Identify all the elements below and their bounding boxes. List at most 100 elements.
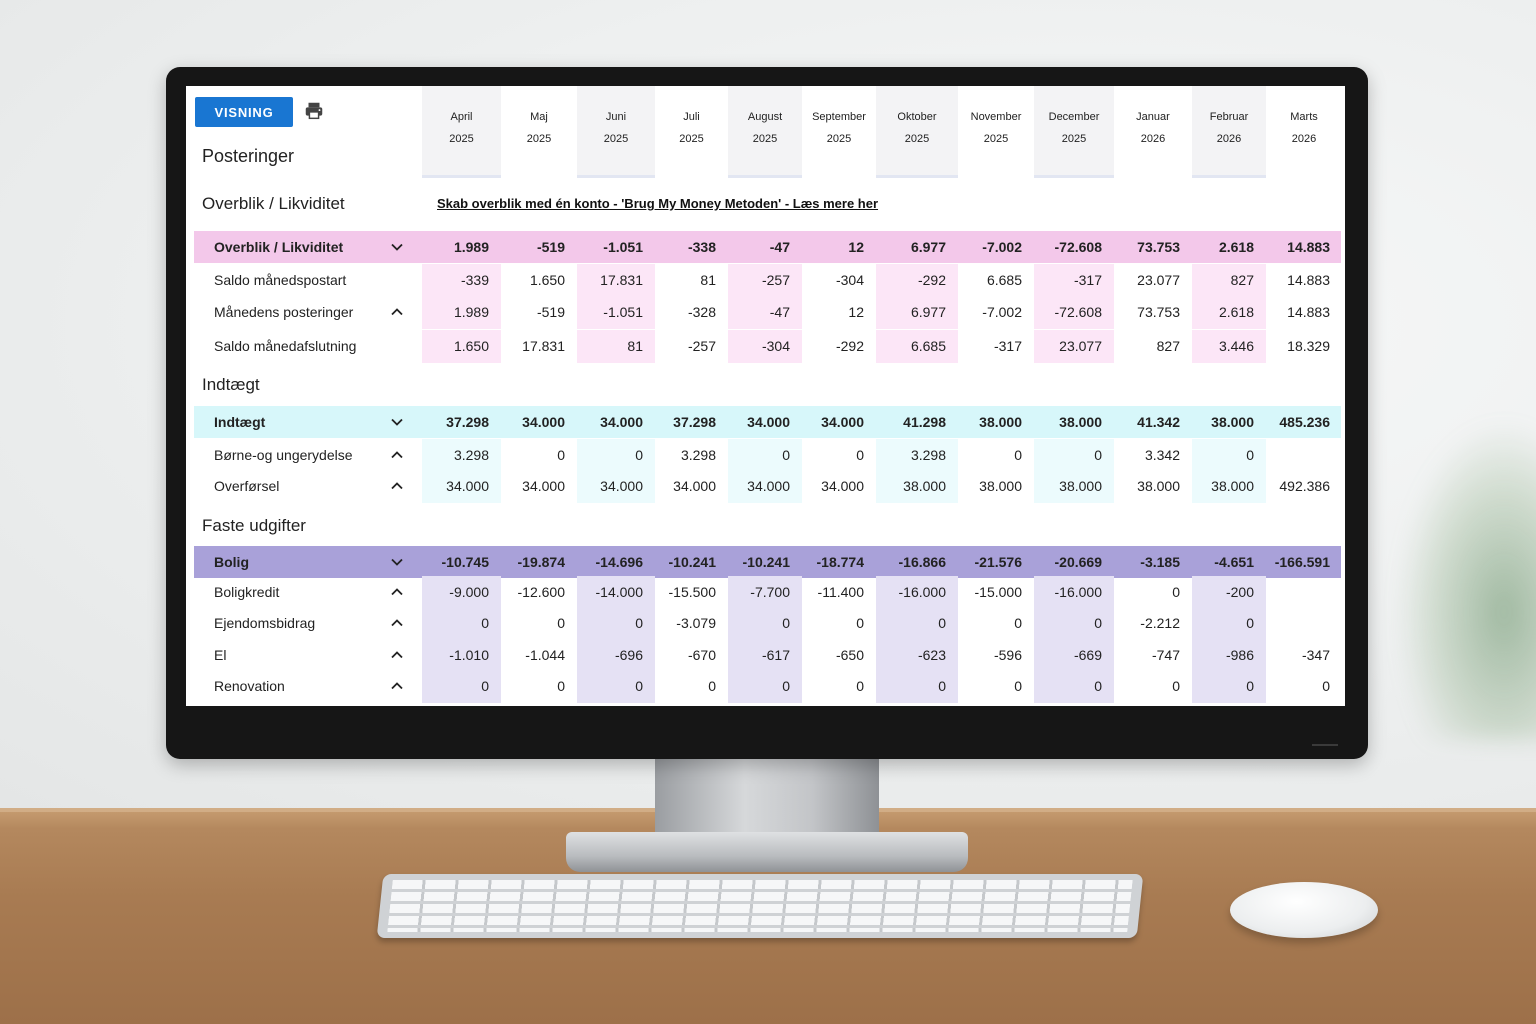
value-cell[interactable]: -347 [1266, 639, 1342, 671]
value-cell[interactable]: -10.241 [728, 546, 802, 578]
value-cell[interactable]: -292 [802, 330, 876, 362]
value-cell[interactable]: -257 [655, 330, 728, 362]
value-cell[interactable]: 0 [728, 439, 802, 471]
value-cell[interactable]: -72.608 [1034, 296, 1114, 328]
value-cell[interactable]: -20.669 [1034, 546, 1114, 578]
value-cell[interactable]: 12 [802, 231, 876, 263]
value-cell[interactable]: -200 [1192, 576, 1266, 608]
value-cell[interactable]: 38.000 [1034, 406, 1114, 438]
value-cell[interactable]: 827 [1192, 264, 1266, 296]
value-cell[interactable]: 827 [1114, 330, 1192, 362]
value-cell[interactable]: -166.591 [1266, 546, 1342, 578]
chevron-down-icon[interactable] [390, 415, 404, 429]
value-cell[interactable]: 0 [501, 607, 577, 639]
value-cell[interactable]: -304 [802, 264, 876, 296]
value-cell[interactable]: 0 [1266, 670, 1342, 702]
value-cell[interactable]: -18.774 [802, 546, 876, 578]
value-cell[interactable]: 0 [1114, 576, 1192, 608]
value-cell[interactable]: 34.000 [501, 470, 577, 502]
value-cell[interactable] [1266, 576, 1342, 608]
value-cell[interactable]: 485.236 [1266, 406, 1342, 438]
chevron-down-icon[interactable] [390, 240, 404, 254]
value-cell[interactable]: 0 [1192, 670, 1266, 702]
value-cell[interactable]: 0 [577, 670, 655, 702]
value-cell[interactable]: -47 [728, 296, 802, 328]
value-cell[interactable]: -10.241 [655, 546, 728, 578]
value-cell[interactable]: -47 [728, 231, 802, 263]
value-cell[interactable]: -16.000 [1034, 576, 1114, 608]
value-cell[interactable] [1266, 607, 1342, 639]
value-cell[interactable]: -328 [655, 296, 728, 328]
value-cell[interactable]: 1.650 [422, 330, 501, 362]
group-header-row-fixed[interactable]: Bolig -10.745 -19.874 -14.696 -10.241 -10.241… [194, 546, 1341, 578]
value-cell[interactable]: 0 [1114, 670, 1192, 702]
value-cell[interactable]: -650 [802, 639, 876, 671]
value-cell[interactable]: 3.342 [1114, 439, 1192, 471]
group-header-row-income[interactable]: Indtægt 37.298 34.000 34.000 37.298 34.000 34.… [194, 406, 1341, 438]
value-cell[interactable]: -1.010 [422, 639, 501, 671]
value-cell[interactable]: 34.000 [728, 470, 802, 502]
value-cell[interactable]: 0 [876, 607, 958, 639]
value-cell[interactable]: -19.874 [501, 546, 577, 578]
printer-icon[interactable] [303, 100, 325, 122]
value-cell[interactable]: -623 [876, 639, 958, 671]
value-cell[interactable]: -317 [958, 330, 1034, 362]
value-cell[interactable]: -7.700 [728, 576, 802, 608]
value-cell[interactable]: 38.000 [876, 470, 958, 502]
value-cell[interactable]: 34.000 [728, 406, 802, 438]
value-cell[interactable]: 0 [876, 670, 958, 702]
value-cell[interactable]: 3.298 [876, 439, 958, 471]
value-cell[interactable]: -15.500 [655, 576, 728, 608]
value-cell[interactable]: 492.386 [1266, 470, 1342, 502]
value-cell[interactable]: -339 [422, 264, 501, 296]
value-cell[interactable]: 3.446 [1192, 330, 1266, 362]
value-cell[interactable]: -257 [728, 264, 802, 296]
value-cell[interactable]: 34.000 [422, 470, 501, 502]
value-cell[interactable]: 0 [1034, 607, 1114, 639]
value-cell[interactable]: -15.000 [958, 576, 1034, 608]
value-cell[interactable]: 1.989 [422, 296, 501, 328]
value-cell[interactable]: -3.079 [655, 607, 728, 639]
value-cell[interactable]: 34.000 [655, 470, 728, 502]
value-cell[interactable]: 0 [1034, 670, 1114, 702]
value-cell[interactable]: 81 [655, 264, 728, 296]
value-cell[interactable]: 3.298 [655, 439, 728, 471]
value-cell[interactable]: 2.618 [1192, 296, 1266, 328]
value-cell[interactable]: -1.051 [577, 231, 655, 263]
value-cell[interactable]: -596 [958, 639, 1034, 671]
value-cell[interactable]: 1.989 [422, 231, 501, 263]
value-cell[interactable]: -617 [728, 639, 802, 671]
value-cell[interactable]: -7.002 [958, 296, 1034, 328]
value-cell[interactable]: 38.000 [1192, 406, 1266, 438]
value-cell[interactable]: 37.298 [655, 406, 728, 438]
group-header-row-overview[interactable]: Overblik / Likviditet 1.989 -519 -1.051 -338… [194, 231, 1341, 263]
value-cell[interactable]: 38.000 [1034, 470, 1114, 502]
chevron-up-icon[interactable] [390, 585, 404, 599]
value-cell[interactable]: 34.000 [802, 406, 876, 438]
value-cell[interactable]: -338 [655, 231, 728, 263]
value-cell[interactable]: -519 [501, 296, 577, 328]
value-cell[interactable]: 6.685 [876, 330, 958, 362]
value-cell[interactable]: -7.002 [958, 231, 1034, 263]
value-cell[interactable]: 0 [802, 607, 876, 639]
value-cell[interactable]: 37.298 [422, 406, 501, 438]
value-cell[interactable]: 0 [1192, 607, 1266, 639]
value-cell[interactable]: 0 [577, 607, 655, 639]
chevron-up-icon[interactable] [390, 648, 404, 662]
value-cell[interactable]: 0 [501, 439, 577, 471]
value-cell[interactable]: 1.650 [501, 264, 577, 296]
value-cell[interactable]: 0 [728, 670, 802, 702]
value-cell[interactable]: 2.618 [1192, 231, 1266, 263]
value-cell[interactable]: 81 [577, 330, 655, 362]
value-cell[interactable]: 41.298 [876, 406, 958, 438]
value-cell[interactable]: -16.866 [876, 546, 958, 578]
value-cell[interactable]: -16.000 [876, 576, 958, 608]
value-cell[interactable]: 0 [802, 670, 876, 702]
value-cell[interactable]: 41.342 [1114, 406, 1192, 438]
value-cell[interactable]: 14.883 [1266, 296, 1342, 328]
value-cell[interactable]: 0 [728, 607, 802, 639]
value-cell[interactable]: 12 [802, 296, 876, 328]
value-cell[interactable]: 6.685 [958, 264, 1034, 296]
visning-button[interactable]: VISNING [195, 97, 293, 127]
value-cell[interactable]: -1.044 [501, 639, 577, 671]
